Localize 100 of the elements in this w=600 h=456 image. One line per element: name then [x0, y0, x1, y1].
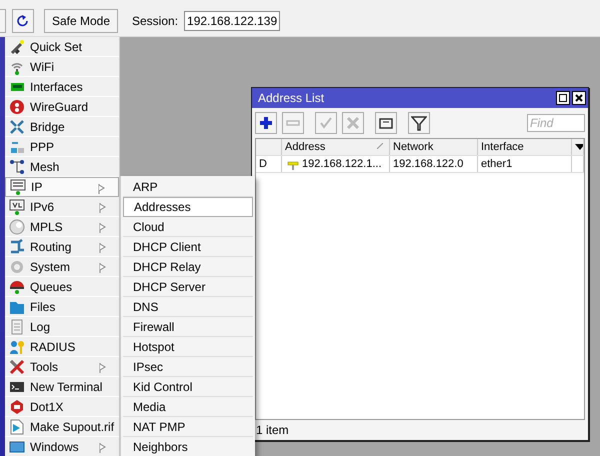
close-icon	[575, 94, 583, 102]
menu-icon	[10, 359, 24, 374]
menu-icon	[10, 199, 24, 214]
sidebar-item[interactable]: Tools	[5, 357, 119, 377]
sidebar-item[interactable]: RADIUS	[5, 337, 119, 357]
sidebar-item[interactable]: System	[5, 257, 119, 277]
sidebar-item[interactable]: Interfaces	[5, 77, 119, 97]
menu-icon	[10, 160, 24, 174]
sidebar-item[interactable]: Make Supout.rif	[5, 417, 119, 437]
maximize-button[interactable]	[556, 91, 570, 105]
menu-icon	[12, 319, 22, 334]
session-field[interactable]: 192.168.122.139	[184, 10, 280, 30]
table-cell: 192.168.122.0	[390, 156, 478, 172]
sidebar-label: Dot1X	[30, 400, 64, 414]
menu-icon	[11, 82, 24, 90]
menu-icon	[10, 238, 25, 253]
dropdown-icon	[575, 144, 583, 150]
column-header[interactable]: Network	[390, 139, 478, 155]
sidebar-label: Files	[30, 300, 56, 314]
sidebar-label: RADIUS	[30, 340, 76, 354]
find-field[interactable]: Find	[527, 114, 585, 132]
table-cell: ether1	[478, 156, 572, 172]
menu-icon	[10, 180, 26, 195]
sidebar-label: PPP	[30, 140, 54, 154]
menu-icon	[10, 119, 24, 134]
menu-icon	[11, 400, 23, 414]
maximize-icon	[559, 94, 567, 102]
submenu-item[interactable]: DHCP Server	[123, 277, 253, 297]
sidebar-label: WireGuard	[30, 100, 88, 114]
submenu-item[interactable]: Hotspot	[123, 337, 253, 357]
cross-icon	[345, 115, 361, 131]
status-text: 1 item	[255, 422, 290, 439]
sidebar-item[interactable]: Dot1X	[5, 397, 119, 417]
sidebar-item[interactable]: IP	[5, 177, 119, 197]
sidebar-label: Interfaces	[30, 80, 83, 94]
redo-icon	[16, 14, 30, 26]
menu-icon	[10, 40, 24, 54]
sidebar-label: New Terminal	[30, 380, 102, 394]
sidebar-item[interactable]: MPLS	[5, 217, 119, 237]
sidebar-label: IP	[31, 180, 42, 194]
note-button[interactable]	[375, 112, 397, 134]
sidebar-label: Routing	[30, 240, 72, 254]
sidebar-label: Make Supout.rif	[30, 420, 114, 434]
filter-icon	[411, 115, 427, 131]
sidebar-label: WiFi	[30, 60, 54, 74]
sidebar-item[interactable]: Windows	[5, 437, 119, 456]
sidebar-item[interactable]: WiFi	[5, 57, 119, 77]
column-header[interactable]: Address	[282, 139, 390, 155]
session-label: Session:	[132, 14, 178, 28]
table-cell: D	[256, 156, 282, 172]
sidebar-item[interactable]: Routing	[5, 237, 119, 257]
column-menu-button[interactable]	[572, 139, 584, 155]
column-header[interactable]: Interface	[478, 139, 572, 155]
sidebar-label: Mesh	[30, 160, 60, 174]
filter-button[interactable]	[408, 112, 430, 134]
sidebar-label: IPv6	[30, 200, 54, 214]
window-title: Address List	[258, 91, 324, 105]
redo-button[interactable]	[12, 8, 34, 32]
sidebar-item[interactable]: Bridge	[5, 117, 119, 137]
sidebar-item[interactable]: WireGuard	[5, 97, 119, 117]
add-icon	[258, 115, 274, 131]
sidebar-label: Tools	[30, 360, 58, 374]
sidebar-label: Bridge	[30, 120, 65, 134]
menu-icon	[10, 100, 24, 114]
menu-icon	[11, 260, 23, 272]
sidebar-item[interactable]: Log	[5, 317, 119, 337]
sidebar-label: Queues	[30, 280, 72, 294]
submenu-item[interactable]: DHCP Relay	[123, 257, 253, 277]
submenu-item[interactable]: Addresses	[123, 197, 253, 217]
submenu-item[interactable]: DHCP Client	[123, 237, 253, 257]
sidebar-item[interactable]: IPv6	[5, 197, 119, 217]
close-button[interactable]	[572, 91, 586, 105]
sidebar-label: Log	[30, 320, 50, 334]
menu-icon	[11, 142, 24, 152]
menu-icon	[10, 382, 24, 392]
sidebar-item[interactable]: New Terminal	[5, 377, 119, 397]
address-text: 192.168.122.1...	[302, 158, 382, 170]
sidebar-item[interactable]: PPP	[5, 137, 119, 157]
sidebar-item[interactable]: Files	[5, 297, 119, 317]
menu-icon	[10, 419, 24, 434]
submenu-item[interactable]: Neighbors	[123, 437, 253, 456]
submenu-item[interactable]: Cloud	[123, 217, 253, 237]
submenu-item[interactable]: DNS	[123, 297, 253, 317]
submenu-item[interactable]: NAT PMP	[123, 417, 253, 437]
check-icon	[318, 115, 334, 131]
sidebar-item[interactable]: Quick Set	[5, 37, 119, 57]
safe-mode-button[interactable]: Safe Mode	[44, 8, 118, 32]
menu-icon	[10, 302, 24, 314]
submenu-item[interactable]: Media	[123, 397, 253, 417]
sidebar-item[interactable]: Queues	[5, 277, 119, 297]
sort-icon	[377, 143, 383, 149]
submenu-item[interactable]: Kid Control	[123, 377, 253, 397]
sidebar-label: System	[30, 260, 70, 274]
menu-icon	[10, 340, 24, 354]
submenu-item[interactable]: Firewall	[123, 317, 253, 337]
menu-icon	[10, 219, 24, 234]
menu-icon	[10, 280, 24, 294]
submenu-item[interactable]: IPsec	[123, 357, 253, 377]
sidebar-label: Windows	[30, 440, 79, 454]
add-button[interactable]	[255, 112, 277, 134]
